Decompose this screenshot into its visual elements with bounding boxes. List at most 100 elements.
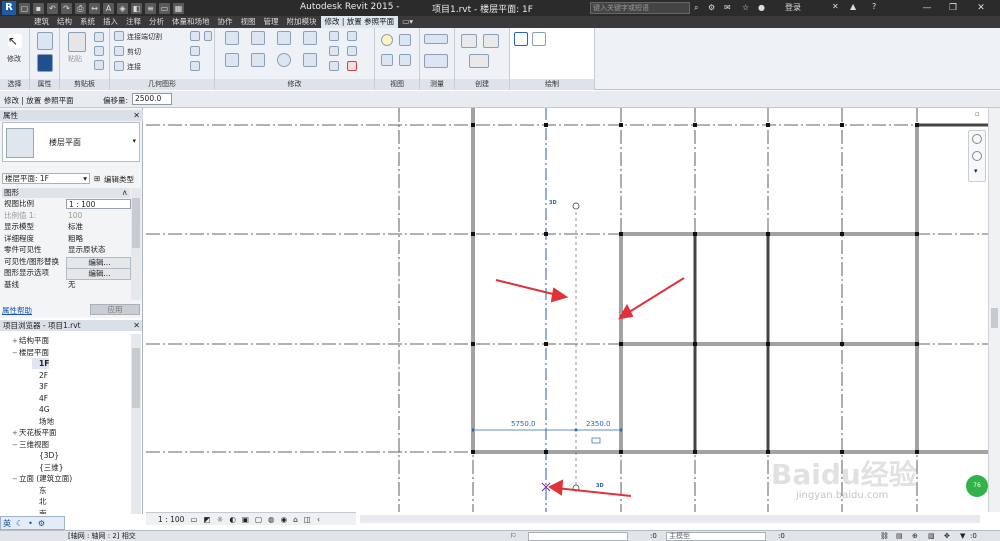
property-value[interactable]: 1 : 100 [66,199,131,209]
section-icon[interactable]: ◧ [131,2,142,14]
browser-item[interactable]: −楼层平面 [12,347,49,359]
close-hidden-icon[interactable]: ▭ [159,2,170,14]
scroll-left-icon[interactable]: ‹ [317,515,320,524]
mirror-pick-axis-icon[interactable] [277,31,291,45]
ime-language[interactable]: 英 [3,518,11,529]
search-input[interactable]: 键入关键字或短语 [590,2,690,14]
visual-style-icon[interactable]: ◩ [203,515,210,524]
filter-icon[interactable]: ▼ [960,531,965,541]
apply-button[interactable]: 应用 [90,304,140,315]
join-geometry-icon[interactable] [114,31,124,41]
tab-systems[interactable]: 系统 [76,16,99,28]
copy-element-icon[interactable] [251,53,265,67]
column-marker[interactable] [693,342,697,346]
column-marker[interactable] [544,450,548,454]
expand-toggle-icon[interactable]: − [12,440,19,451]
tab-massing-site[interactable]: 体量和场地 [168,16,214,28]
align-icon[interactable] [225,31,239,45]
switch-window-icon[interactable]: ▦ [173,2,184,14]
modify-button[interactable]: 修改 [7,54,21,64]
mirror-draw-axis-icon[interactable] [303,31,317,45]
column-marker[interactable] [915,232,919,236]
property-row[interactable]: 可见性/图形替换 编辑... [2,256,131,269]
zoom-dropdown-icon[interactable]: ▾ [974,167,978,175]
browser-item[interactable]: 1F [32,358,50,369]
grid-3d-tag[interactable]: 3D [549,200,557,206]
chevron-down-icon[interactable]: ▾ [132,137,136,145]
3d-view-icon[interactable]: ◈ [117,2,128,14]
cut-icon[interactable] [94,32,104,42]
property-row[interactable]: 详细程度 粗略 [2,234,130,244]
property-row[interactable]: 比例值 1: 100 [2,211,130,221]
create-assembly-icon[interactable] [461,34,477,48]
browser-item[interactable]: 2F [32,370,48,381]
select-links-icon[interactable]: ⛓ [880,531,889,541]
exchange-icon[interactable]: ✕ [832,2,839,11]
tab-addins[interactable]: 附加模块 [283,16,321,28]
properties-scrollbar[interactable] [131,188,141,300]
tab-view[interactable]: 视图 [237,16,260,28]
column-marker[interactable] [619,123,623,127]
modify-cursor-icon[interactable]: ↖ [8,34,22,48]
redo-icon[interactable]: ↷ [61,2,72,14]
move-icon[interactable] [225,53,239,67]
close-icon[interactable]: ✕ [970,1,992,15]
cut-geometry-icon[interactable] [114,46,124,56]
analytical-model-icon[interactable]: ⌂ [293,515,298,524]
property-value[interactable]: 编辑... [66,268,131,280]
column-marker[interactable] [619,232,623,236]
browser-item[interactable]: 南 [32,508,47,515]
plane-3d-tag[interactable]: 3D [596,483,604,489]
reference-plane-end-handle[interactable] [572,202,580,210]
hide-element-icon[interactable] [399,34,411,46]
gear-icon[interactable]: ⚙ [38,519,45,528]
worksets-icon[interactable]: ⚐ [510,531,516,541]
search-icon[interactable]: ⌕ [694,3,698,13]
select-pinned-icon[interactable]: ⊕ [912,531,918,541]
column-marker[interactable] [840,342,844,346]
properties-help-link[interactable]: 属性帮助 [2,305,32,316]
property-value[interactable]: 编辑... [66,256,131,269]
close-icon[interactable]: ▫ [975,110,980,118]
light-bulb-icon[interactable] [381,34,393,46]
section-graphics[interactable]: 图形 ʌ [2,188,130,198]
floor-plan-drawing[interactable] [146,108,988,512]
split-element-icon[interactable] [329,31,339,41]
communication-icon[interactable]: ✉ [724,3,731,12]
expand-toggle-icon[interactable]: + [12,336,19,347]
column-marker[interactable] [471,232,475,236]
cut-geometry-button[interactable]: 剪切 [127,47,141,57]
open-icon[interactable]: ▢ [19,2,30,14]
workset-dropdown[interactable] [528,532,628,541]
pin-icon[interactable] [347,46,357,56]
connect-icon[interactable] [114,61,124,71]
edit-type-button[interactable]: 编辑类型 [104,174,134,185]
browser-item[interactable]: 东 [32,485,47,496]
browser-item[interactable]: 北 [32,496,47,507]
column-marker[interactable] [840,232,844,236]
paste-button[interactable]: 粘贴 [68,54,82,64]
design-option-dropdown[interactable]: 主模型 [666,532,766,541]
cope-button[interactable]: 连接端切割 [127,32,162,42]
tab-annotate[interactable]: 注释 [122,16,145,28]
trim-corner-icon[interactable] [347,31,357,41]
browser-item[interactable]: 4F [32,393,48,404]
match-properties-icon[interactable] [94,60,104,70]
tab-insert[interactable]: 插入 [99,16,122,28]
crop-view-icon[interactable]: ▣ [242,515,249,524]
vertical-scroll-thumb[interactable] [991,308,998,328]
login-button[interactable]: 登录 [785,2,801,13]
tab-architecture[interactable]: 建筑 [30,16,53,28]
maximize-icon[interactable]: ❐ [942,1,964,15]
instance-selector[interactable]: 楼层平面: 1F ▾ [2,173,90,184]
tab-modify-place-reference-plane[interactable]: 修改 | 放置 参照平面 [320,16,399,28]
canvas-vertical-scrollbar[interactable] [988,108,1000,512]
column-marker[interactable] [766,450,770,454]
trim-extend-icon[interactable] [303,53,317,67]
type-properties-icon[interactable] [37,54,53,72]
chevron-down-icon[interactable]: ▾ [83,174,87,183]
browser-item[interactable]: {3D} [32,450,59,461]
user-icon[interactable]: ● [758,3,765,12]
join-button[interactable]: 连接 [127,62,141,72]
undo-icon[interactable]: ↶ [47,2,58,14]
